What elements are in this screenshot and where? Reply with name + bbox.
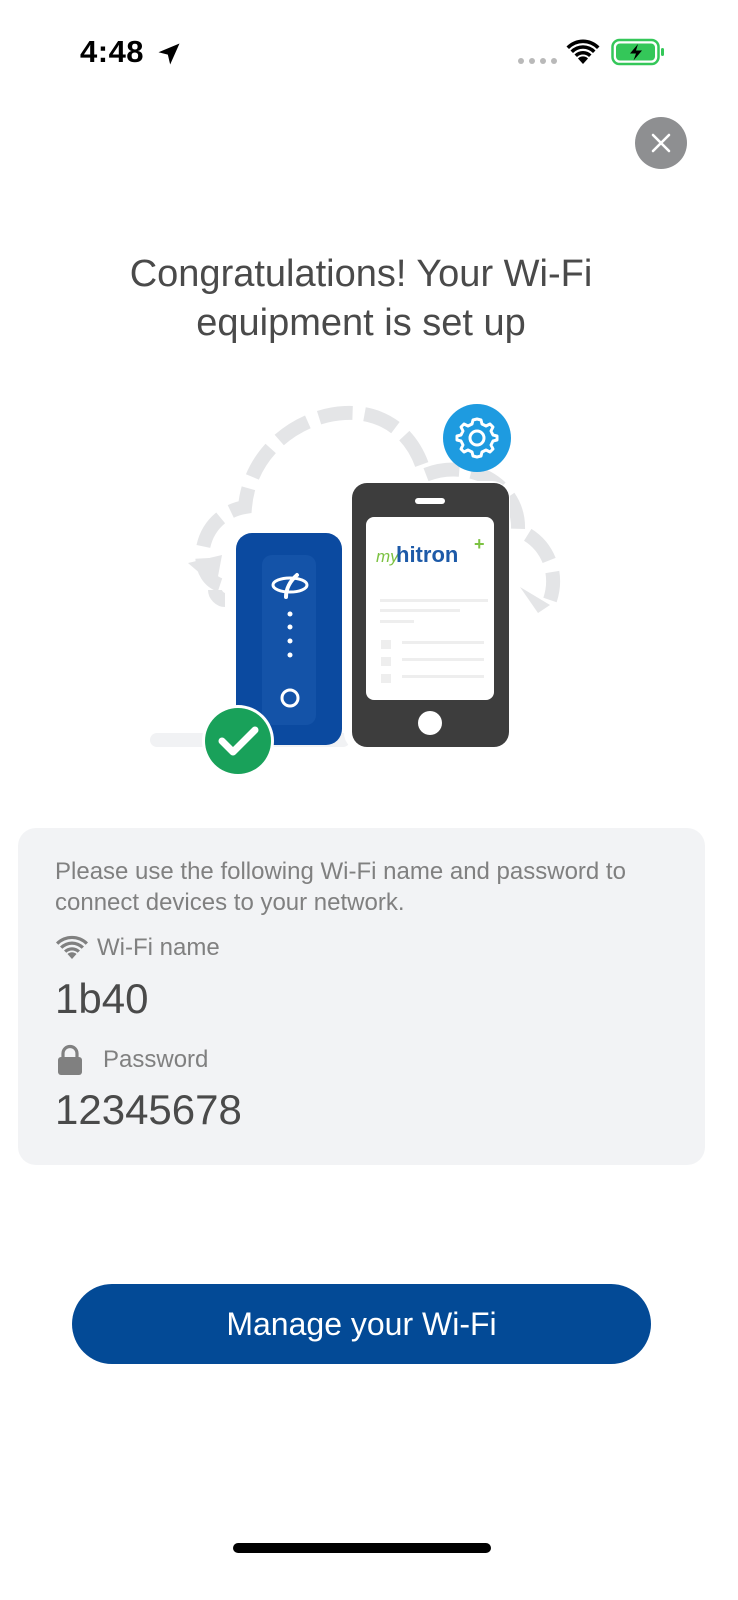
home-indicator[interactable] [233, 1543, 491, 1553]
close-icon [651, 133, 671, 153]
wifi-name-value: 1b40 [55, 975, 149, 1022]
wifi-name-label-row: Wi-Fi name [55, 934, 220, 962]
location-arrow-icon [158, 43, 180, 65]
checkmark-icon [202, 705, 274, 777]
wifi-icon [56, 935, 88, 959]
cellular-signal-icon [518, 58, 557, 64]
wifi-icon [566, 39, 600, 64]
svg-text:+: + [474, 534, 485, 554]
password-value: 12345678 [55, 1086, 242, 1133]
manage-wifi-button[interactable]: Manage your Wi-Fi [72, 1284, 651, 1364]
battery-charging-icon [611, 38, 664, 66]
wifi-name-label: Wi-Fi name [97, 934, 220, 961]
wifi-instructions-text: Please use the following Wi-Fi name and … [55, 858, 626, 916]
close-button[interactable] [635, 117, 687, 169]
phone-icon: my hitron + [344, 481, 510, 751]
status-time: 4:48 [80, 34, 145, 69]
gear-icon [443, 404, 511, 472]
lock-icon [58, 1044, 82, 1075]
password-label-row: Password [55, 1044, 208, 1076]
status-bar: 4:48 [0, 0, 738, 110]
svg-text:hitron: hitron [396, 542, 458, 567]
page-title: Congratulations! Your Wi-Fi equipment is… [129, 253, 593, 344]
password-label: Password [103, 1046, 209, 1073]
wifi-credentials-card: Please use the following Wi-Fi name and … [18, 828, 705, 1165]
setup-illustration: my hitron + [150, 404, 561, 777]
